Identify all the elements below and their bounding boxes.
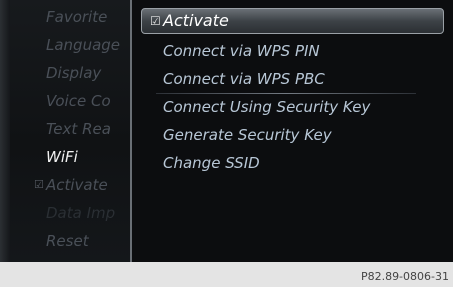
left-menu: Favorite Language Display Voice Co Text …	[10, 0, 133, 262]
left-item-wifi[interactable]: WiFi	[46, 145, 78, 169]
submenu-item-activate[interactable]: Activate	[163, 8, 229, 34]
head-unit-screen: Favorite Language Display Voice Co Text …	[0, 0, 453, 262]
left-item-data-import: Data Imp	[46, 204, 116, 222]
submenu-item-connect-security-key[interactable]: Connect Using Security Key	[163, 94, 370, 120]
left-item-activate[interactable]: Activate	[46, 173, 108, 197]
submenu-item-connect-wps-pbc[interactable]: Connect via WPS PBC	[163, 66, 325, 92]
left-item-voice-control[interactable]: Voice Co	[46, 89, 111, 113]
left-item-reset[interactable]: Reset	[46, 229, 89, 253]
left-edge-strip	[0, 0, 10, 262]
submenu-item-generate-security-key[interactable]: Generate Security Key	[163, 122, 332, 148]
checkbox-checked-icon: ☑	[34, 178, 44, 191]
left-item-text-reader[interactable]: Text Rea	[46, 117, 111, 141]
submenu-item-change-ssid[interactable]: Change SSID	[163, 150, 260, 176]
figure-caption: P82.89-0806-31	[360, 270, 449, 283]
left-item-display[interactable]: Display	[46, 61, 101, 85]
submenu-item-connect-wps-pin[interactable]: Connect via WPS PIN	[163, 38, 320, 64]
left-item-favorite[interactable]: Favorite	[46, 5, 107, 29]
checkbox-checked-icon: ☑	[150, 14, 161, 28]
left-item-language[interactable]: Language	[46, 33, 120, 57]
